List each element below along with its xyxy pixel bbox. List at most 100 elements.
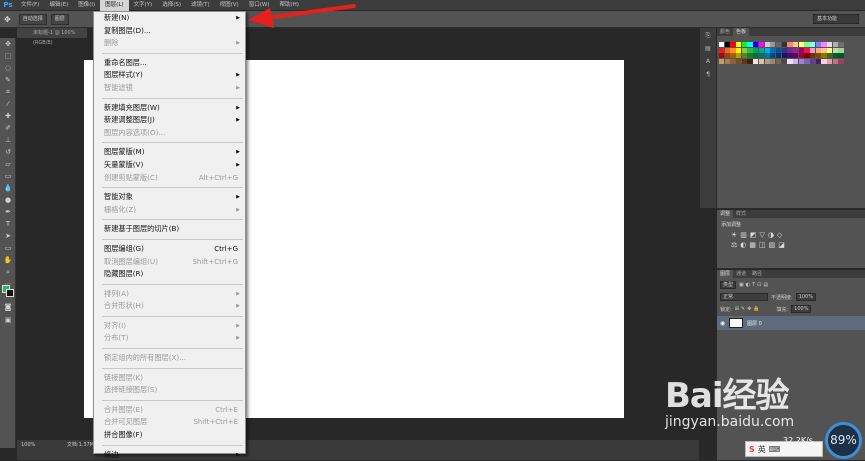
zoom-tool-icon[interactable]: ⌕ bbox=[2, 267, 14, 278]
menu-item[interactable]: 编辑(E) bbox=[44, 0, 73, 11]
color-swatch[interactable] bbox=[736, 53, 742, 59]
color-swatch[interactable] bbox=[775, 42, 782, 48]
color-swatch[interactable] bbox=[736, 58, 742, 64]
crop-tool-icon[interactable]: ⌗ bbox=[2, 87, 14, 98]
color-swatch[interactable] bbox=[815, 42, 821, 48]
color-swatch[interactable] bbox=[747, 53, 753, 59]
layer-menu-item[interactable]: 图层样式(Y) ▶ bbox=[94, 69, 245, 82]
layer-menu-item[interactable]: 新建填充图层(W) ▶ bbox=[94, 102, 245, 115]
quick-select-tool-icon[interactable]: ✎ bbox=[2, 75, 14, 86]
menu-item[interactable]: 文件(F) bbox=[16, 0, 44, 11]
color-swatch[interactable] bbox=[810, 42, 816, 48]
character-panel-icon[interactable]: A bbox=[703, 58, 713, 67]
background-color-swatch[interactable] bbox=[6, 289, 14, 297]
color-swatch[interactable] bbox=[821, 42, 827, 48]
color-swatch[interactable] bbox=[792, 58, 799, 64]
color-swatch[interactable] bbox=[821, 53, 827, 59]
color-swatch[interactable] bbox=[815, 58, 821, 64]
color-swatch[interactable] bbox=[815, 47, 821, 53]
layer-menu-item[interactable]: 新建(N) ▶ bbox=[94, 12, 245, 25]
layer-kind-dropdown[interactable]: 类型 bbox=[720, 281, 737, 289]
tab-layers[interactable]: 图层 bbox=[717, 270, 734, 278]
color-swatch[interactable] bbox=[821, 58, 827, 64]
color-swatch[interactable] bbox=[838, 53, 844, 59]
adjustment-icons-row-1[interactable]: ☀▥◩▽◑◇ bbox=[731, 231, 851, 239]
color-swatch[interactable] bbox=[758, 58, 765, 64]
color-swatch[interactable] bbox=[787, 47, 793, 53]
color-swatch[interactable] bbox=[838, 42, 844, 48]
color-swatch[interactable] bbox=[787, 58, 793, 64]
menu-item[interactable]: 图层(L) bbox=[100, 0, 129, 11]
move-tool-icon[interactable]: ✥ bbox=[4, 15, 11, 24]
ime-language[interactable]: 英 bbox=[758, 444, 766, 455]
color-swatch[interactable] bbox=[730, 53, 736, 59]
move-tool-icon[interactable]: ✥ bbox=[2, 39, 14, 50]
color-swatch[interactable] bbox=[764, 42, 770, 48]
color-swatch[interactable] bbox=[741, 47, 748, 53]
auto-select-checkbox[interactable]: 自动选择 bbox=[18, 13, 47, 25]
layer-menu-item[interactable]: 新建基于图层的切片(B) bbox=[94, 223, 245, 236]
brush-tool-icon[interactable]: ✐ bbox=[2, 123, 14, 134]
color-swatch[interactable] bbox=[792, 47, 799, 53]
color-swatch[interactable] bbox=[838, 58, 844, 64]
color-swatch[interactable] bbox=[753, 53, 759, 59]
workspace-dropdown[interactable]: 基本功能 bbox=[813, 14, 859, 24]
menu-item[interactable]: 滤镜(T) bbox=[186, 0, 215, 11]
color-swatch[interactable] bbox=[758, 47, 765, 53]
color-swatch[interactable] bbox=[832, 47, 839, 53]
color-swatch[interactable] bbox=[775, 53, 782, 59]
color-swatch[interactable] bbox=[724, 42, 730, 48]
eraser-tool-icon[interactable]: ▱ bbox=[2, 159, 14, 170]
layer-menu-item[interactable]: 隐藏图层(R) bbox=[94, 268, 245, 281]
color-swatch[interactable] bbox=[821, 47, 827, 53]
filter-icons[interactable]: ▣◐T⊡▤ bbox=[739, 282, 770, 288]
color-swatch[interactable] bbox=[719, 42, 725, 48]
color-swatch[interactable] bbox=[758, 53, 765, 59]
layer-menu-item[interactable]: 新建调整图层(J) ▶ bbox=[94, 114, 245, 127]
tab-styles[interactable]: 样式 bbox=[733, 210, 749, 218]
layer-menu-item[interactable]: 图层蒙版(M) ▶ bbox=[94, 146, 245, 159]
screen-mode-icon[interactable]: ▣ bbox=[2, 315, 14, 326]
gradient-tool-icon[interactable]: ▭ bbox=[2, 171, 14, 182]
color-swatch[interactable] bbox=[804, 42, 810, 48]
layer-menu-item[interactable]: 复制图层(D)... bbox=[94, 25, 245, 38]
color-swatch[interactable] bbox=[747, 47, 753, 53]
document-tab[interactable]: 未标题-1 @ 100%(RGB/8) bbox=[17, 28, 87, 46]
color-swatch[interactable] bbox=[832, 53, 839, 59]
history-panel-icon[interactable]: ⎘ bbox=[703, 32, 713, 41]
color-swatch[interactable] bbox=[827, 58, 833, 64]
marquee-tool-icon[interactable]: ⬚ bbox=[2, 51, 14, 62]
color-swatch[interactable] bbox=[781, 47, 787, 53]
stamp-tool-icon[interactable]: ⊥ bbox=[2, 135, 14, 146]
tab-swatches[interactable]: 色板 bbox=[733, 28, 750, 36]
menu-item[interactable]: 文字(Y) bbox=[129, 0, 158, 11]
layer-menu-item[interactable]: 智能对象 ▶ bbox=[94, 191, 245, 204]
layer-menu-item[interactable]: 矢量蒙版(V) ▶ bbox=[94, 159, 245, 172]
color-swatch[interactable] bbox=[753, 58, 759, 64]
color-swatch[interactable] bbox=[781, 53, 787, 59]
menu-item[interactable]: 视图(V) bbox=[215, 0, 244, 11]
color-swatch[interactable] bbox=[730, 47, 736, 53]
color-swatch[interactable] bbox=[832, 58, 839, 64]
color-swatch[interactable] bbox=[730, 42, 736, 48]
color-swatch[interactable] bbox=[770, 53, 776, 59]
color-swatch[interactable] bbox=[798, 47, 804, 53]
color-swatch[interactable] bbox=[724, 58, 730, 64]
layer-menu-item[interactable]: 图层编组(G) Ctrl+G bbox=[94, 243, 245, 256]
color-swatch[interactable] bbox=[781, 42, 787, 48]
color-swatch[interactable] bbox=[747, 42, 753, 48]
shape-tool-icon[interactable]: ▭ bbox=[2, 243, 14, 254]
color-swatch[interactable] bbox=[770, 58, 776, 64]
adjustment-icons-row-2[interactable]: ⚖◐▦◫▨◪ bbox=[731, 241, 851, 249]
blend-mode-dropdown[interactable]: 正常 bbox=[720, 293, 768, 301]
color-swatch[interactable] bbox=[770, 47, 776, 53]
color-swatch[interactable] bbox=[810, 47, 816, 53]
color-swatch[interactable] bbox=[832, 42, 839, 48]
visibility-eye-icon[interactable]: ◉ bbox=[720, 320, 725, 327]
color-swatch[interactable] bbox=[804, 53, 810, 59]
healing-brush-tool-icon[interactable]: ✚ bbox=[2, 111, 14, 122]
color-swatch[interactable] bbox=[764, 53, 770, 59]
color-swatch[interactable] bbox=[787, 42, 793, 48]
color-swatch[interactable] bbox=[764, 58, 770, 64]
color-swatch[interactable] bbox=[741, 58, 748, 64]
